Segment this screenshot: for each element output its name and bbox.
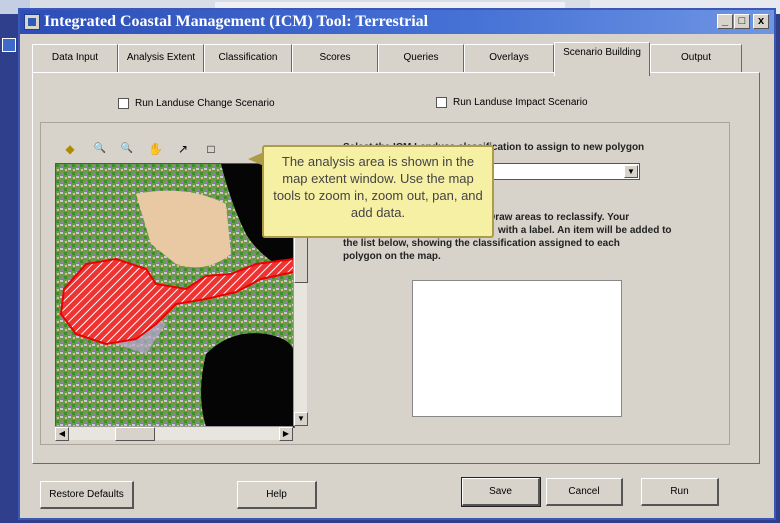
- clear-icon[interactable]: □: [204, 142, 218, 156]
- draw-instructions-4: polygon on the map.: [343, 251, 441, 262]
- run-landuse-impact-label: Run Landuse Impact Scenario: [453, 97, 588, 108]
- run-landuse-change-checkbox[interactable]: [118, 98, 129, 109]
- add-data-icon[interactable]: ◆: [63, 142, 77, 156]
- vertical-scroll-thumb[interactable]: [294, 233, 308, 283]
- map-image: [56, 164, 294, 427]
- map-extent-window[interactable]: [55, 163, 295, 428]
- run-landuse-change-label: Run Landuse Change Scenario: [135, 98, 275, 109]
- tab-scenario-building[interactable]: Scenario Building: [554, 42, 650, 76]
- app-icon: [24, 14, 40, 30]
- polygon-classification-list[interactable]: [412, 280, 622, 417]
- tab-output[interactable]: Output: [650, 44, 742, 72]
- run-landuse-impact-option[interactable]: Run Landuse Impact Scenario: [436, 97, 588, 108]
- tab-queries[interactable]: Queries: [378, 44, 464, 72]
- draw-instructions-2: with a label. An item will be added to: [498, 225, 672, 236]
- map-horizontal-scrollbar[interactable]: ◀ ▶: [55, 426, 293, 441]
- scroll-down-button[interactable]: ▼: [294, 412, 308, 426]
- draw-instructions-1: Draw areas to reclassify. Your: [488, 212, 630, 223]
- minimize-button[interactable]: _: [717, 14, 733, 29]
- chevron-down-icon[interactable]: ▼: [624, 165, 638, 178]
- tab-analysis-extent[interactable]: Analysis Extent: [118, 44, 204, 72]
- run-button[interactable]: Run: [641, 478, 719, 506]
- zoom-out-icon[interactable]: 🔍: [120, 142, 134, 156]
- help-button[interactable]: Help: [237, 481, 317, 509]
- scroll-right-button[interactable]: ▶: [279, 427, 293, 441]
- identify-icon[interactable]: ↗: [176, 142, 190, 156]
- desktop-icon: [2, 38, 16, 52]
- horizontal-scroll-thumb[interactable]: [115, 427, 155, 441]
- run-landuse-impact-checkbox[interactable]: [436, 97, 447, 108]
- title-bar[interactable]: Integrated Coastal Management (ICM) Tool…: [20, 10, 774, 34]
- save-button[interactable]: Save: [461, 477, 541, 507]
- draw-instructions-3: the list below, showing the classificati…: [343, 238, 620, 249]
- cancel-button[interactable]: Cancel: [546, 478, 623, 506]
- maximize-button[interactable]: □: [734, 14, 750, 29]
- tab-classification[interactable]: Classification: [204, 44, 292, 72]
- pan-icon[interactable]: ✋: [148, 142, 163, 156]
- tab-scores[interactable]: Scores: [292, 44, 378, 72]
- zoom-in-icon[interactable]: 🔍: [93, 142, 107, 156]
- window-title: Integrated Coastal Management (ICM) Tool…: [44, 13, 429, 30]
- tab-overlays[interactable]: Overlays: [464, 44, 554, 72]
- run-landuse-change-option[interactable]: Run Landuse Change Scenario: [118, 98, 275, 109]
- scroll-left-button[interactable]: ◀: [55, 427, 69, 441]
- tab-data-input[interactable]: Data Input: [32, 44, 118, 72]
- restore-defaults-button[interactable]: Restore Defaults: [40, 481, 134, 509]
- help-tooltip: The analysis area is shown in the map ex…: [262, 145, 494, 238]
- close-button[interactable]: x: [753, 14, 769, 29]
